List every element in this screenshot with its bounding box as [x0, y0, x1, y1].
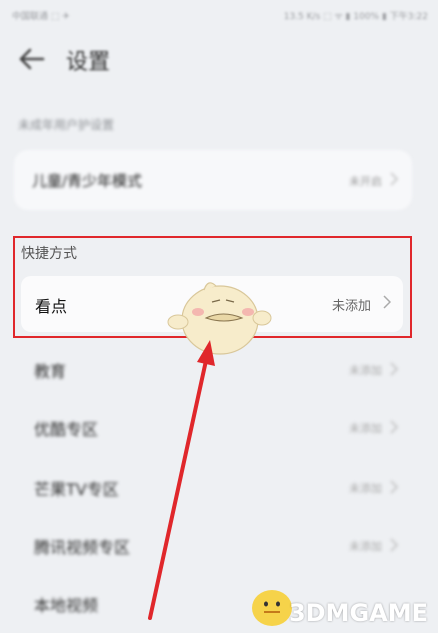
- annotation-arrow: [148, 340, 215, 620]
- watermark-logo: 3DMGAME: [288, 599, 428, 627]
